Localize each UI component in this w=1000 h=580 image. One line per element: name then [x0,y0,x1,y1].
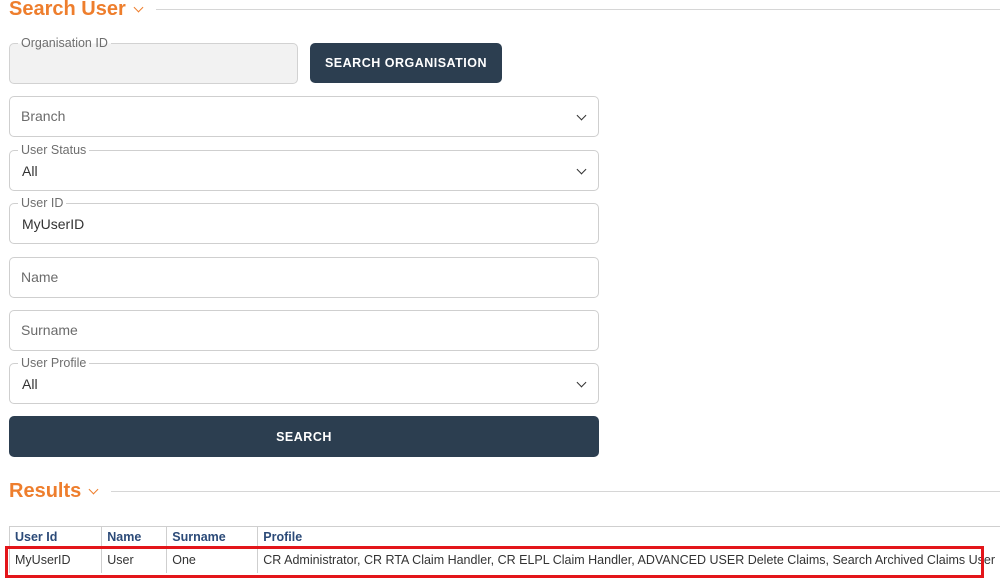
name-placeholder: Name [21,269,59,285]
chevron-down-icon[interactable] [133,2,144,13]
user-id-field[interactable]: User ID MyUserID [9,196,599,244]
user-status-label: User Status [18,143,90,158]
divider [111,491,1000,492]
column-header-name[interactable]: Name [101,526,167,547]
column-header-user-id[interactable]: User Id [8,526,102,547]
search-user-header[interactable]: Search User [9,0,1000,21]
results-table: User Id Name Surname Profile MyUserID Us… [8,526,1000,573]
chevron-down-icon[interactable] [88,484,99,495]
table-header-row: User Id Name Surname Profile [8,526,1000,547]
user-status-value: All [22,163,38,179]
search-organisation-button[interactable]: SEARCH ORGANISATION [310,43,502,83]
surname-field[interactable]: Surname [9,310,599,351]
organisation-id-field[interactable]: Organisation ID [9,36,298,84]
results-header[interactable]: Results [9,480,1000,503]
search-button-label: SEARCH [276,429,332,444]
user-profile-value: All [22,376,38,392]
user-profile-select[interactable]: User Profile All [9,356,599,404]
surname-placeholder: Surname [21,322,78,338]
search-organisation-label: SEARCH ORGANISATION [324,56,488,70]
chevron-down-icon [576,164,587,175]
branch-placeholder: Branch [21,108,66,124]
results-title: Results [9,480,82,502]
search-button[interactable]: SEARCH [9,416,599,457]
cell-surname: One [166,546,258,573]
user-profile-label: User Profile [18,356,90,371]
table-row[interactable]: MyUserID User One CR Administrator, CR R… [8,546,1000,573]
branch-select[interactable]: Branch [9,96,599,137]
organisation-id-label: Organisation ID [18,36,111,51]
cell-user-id[interactable]: MyUserID [8,546,102,573]
user-status-select[interactable]: User Status All [9,143,599,191]
chevron-down-icon [576,377,587,388]
column-header-surname[interactable]: Surname [166,526,258,547]
cell-profile: CR Administrator, CR RTA Claim Handler, … [257,546,1000,573]
chevron-down-icon [576,110,587,121]
search-user-title: Search User [9,0,126,20]
column-header-profile[interactable]: Profile [257,526,1000,547]
cell-name: User [101,546,167,573]
name-field[interactable]: Name [9,257,599,298]
user-id-value: MyUserID [22,216,85,232]
user-id-label: User ID [18,196,67,211]
divider [155,9,1000,10]
